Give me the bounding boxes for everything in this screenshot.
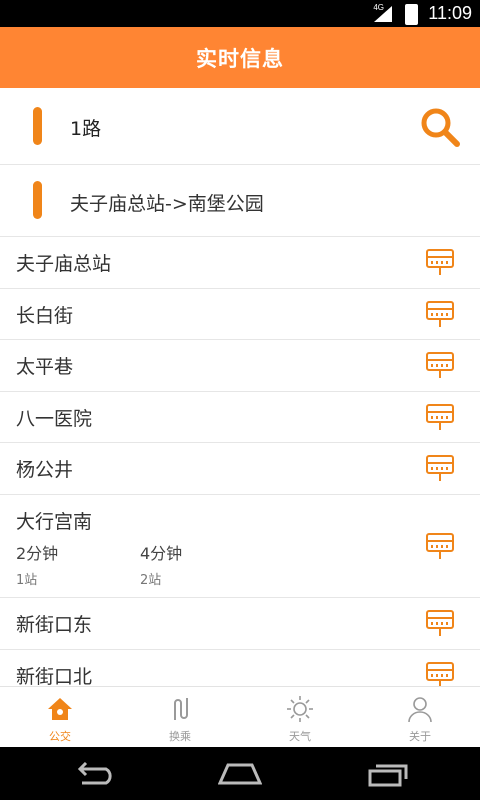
- tab-weather[interactable]: 天气: [240, 687, 360, 748]
- list-item[interactable]: 太平巷: [0, 340, 480, 392]
- battery-icon: [405, 4, 418, 25]
- status-bar: 4G 11:09: [0, 0, 480, 27]
- tab-bus[interactable]: 公交: [0, 687, 120, 748]
- signal-icon: [374, 6, 392, 22]
- sun-icon: [287, 696, 313, 722]
- page-title: 实时信息: [196, 46, 284, 71]
- bottom-tab-bar: 公交 换乘 天气 关于: [0, 686, 480, 748]
- search-icon[interactable]: [418, 105, 462, 149]
- tab-label: 天气: [289, 730, 311, 743]
- stop-name: 夫子庙总站: [16, 253, 112, 275]
- stop-list[interactable]: 夫子庙总站 长白街 太平巷 八一医院 杨公井 大行宫南 2分钟 1站 4分钟 2…: [0, 237, 480, 686]
- tab-label: 公交: [49, 730, 71, 743]
- home-icon: [48, 698, 72, 720]
- tab-label: 关于: [409, 730, 431, 743]
- bus-stop-icon[interactable]: [425, 454, 455, 482]
- home-nav-icon[interactable]: [218, 761, 262, 787]
- list-item[interactable]: 大行宫南 2分钟 1站 4分钟 2站: [0, 495, 480, 598]
- back-icon[interactable]: [72, 761, 114, 787]
- stop-name: 新街口北: [16, 665, 93, 686]
- stop-name: 杨公井: [16, 459, 74, 482]
- arrival-eta: 2分钟: [16, 543, 59, 563]
- direction-row[interactable]: 夫子庙总站->南堡公园: [0, 165, 480, 237]
- list-item[interactable]: 八一医院: [0, 392, 480, 444]
- route-input[interactable]: 1路: [70, 114, 101, 141]
- person-icon: [408, 697, 432, 723]
- header: 实时信息: [0, 27, 480, 88]
- route-marker: [33, 107, 42, 145]
- stop-name: 新街口东: [16, 613, 93, 636]
- bus-stop-icon[interactable]: [425, 300, 455, 328]
- list-item[interactable]: 新街口北: [0, 650, 480, 686]
- bus-stop-icon[interactable]: [425, 532, 455, 560]
- list-item[interactable]: 夫子庙总站: [0, 237, 480, 289]
- arrival-eta: 4分钟: [140, 543, 183, 563]
- list-item[interactable]: 新街口东: [0, 598, 480, 650]
- bus-stop-icon[interactable]: [425, 609, 455, 637]
- bus-stop-icon[interactable]: [425, 403, 455, 431]
- recent-apps-icon[interactable]: [368, 761, 410, 787]
- stop-name: 太平巷: [16, 356, 74, 379]
- direction-marker: [33, 181, 42, 219]
- tab-transfer[interactable]: 换乘: [120, 687, 240, 748]
- tab-label: 换乘: [169, 730, 191, 743]
- clock: 11:09: [428, 3, 472, 23]
- transfer-icon: [174, 698, 188, 720]
- list-item[interactable]: 长白街: [0, 289, 480, 341]
- direction-text[interactable]: 夫子庙总站->南堡公园: [70, 189, 264, 216]
- bus-stop-icon[interactable]: [425, 661, 455, 686]
- stop-name: 长白街: [16, 304, 74, 327]
- list-item[interactable]: 杨公井: [0, 443, 480, 495]
- route-input-row[interactable]: 1路: [0, 88, 480, 165]
- system-nav-bar: [0, 747, 480, 800]
- stop-name: 大行宫南: [16, 510, 93, 533]
- arrival-distance: 2站: [140, 572, 162, 588]
- bus-stop-icon[interactable]: [425, 248, 455, 276]
- tab-about[interactable]: 关于: [360, 687, 480, 748]
- stop-name: 八一医院: [16, 407, 93, 430]
- bus-stop-icon[interactable]: [425, 351, 455, 379]
- arrival-distance: 1站: [16, 572, 38, 588]
